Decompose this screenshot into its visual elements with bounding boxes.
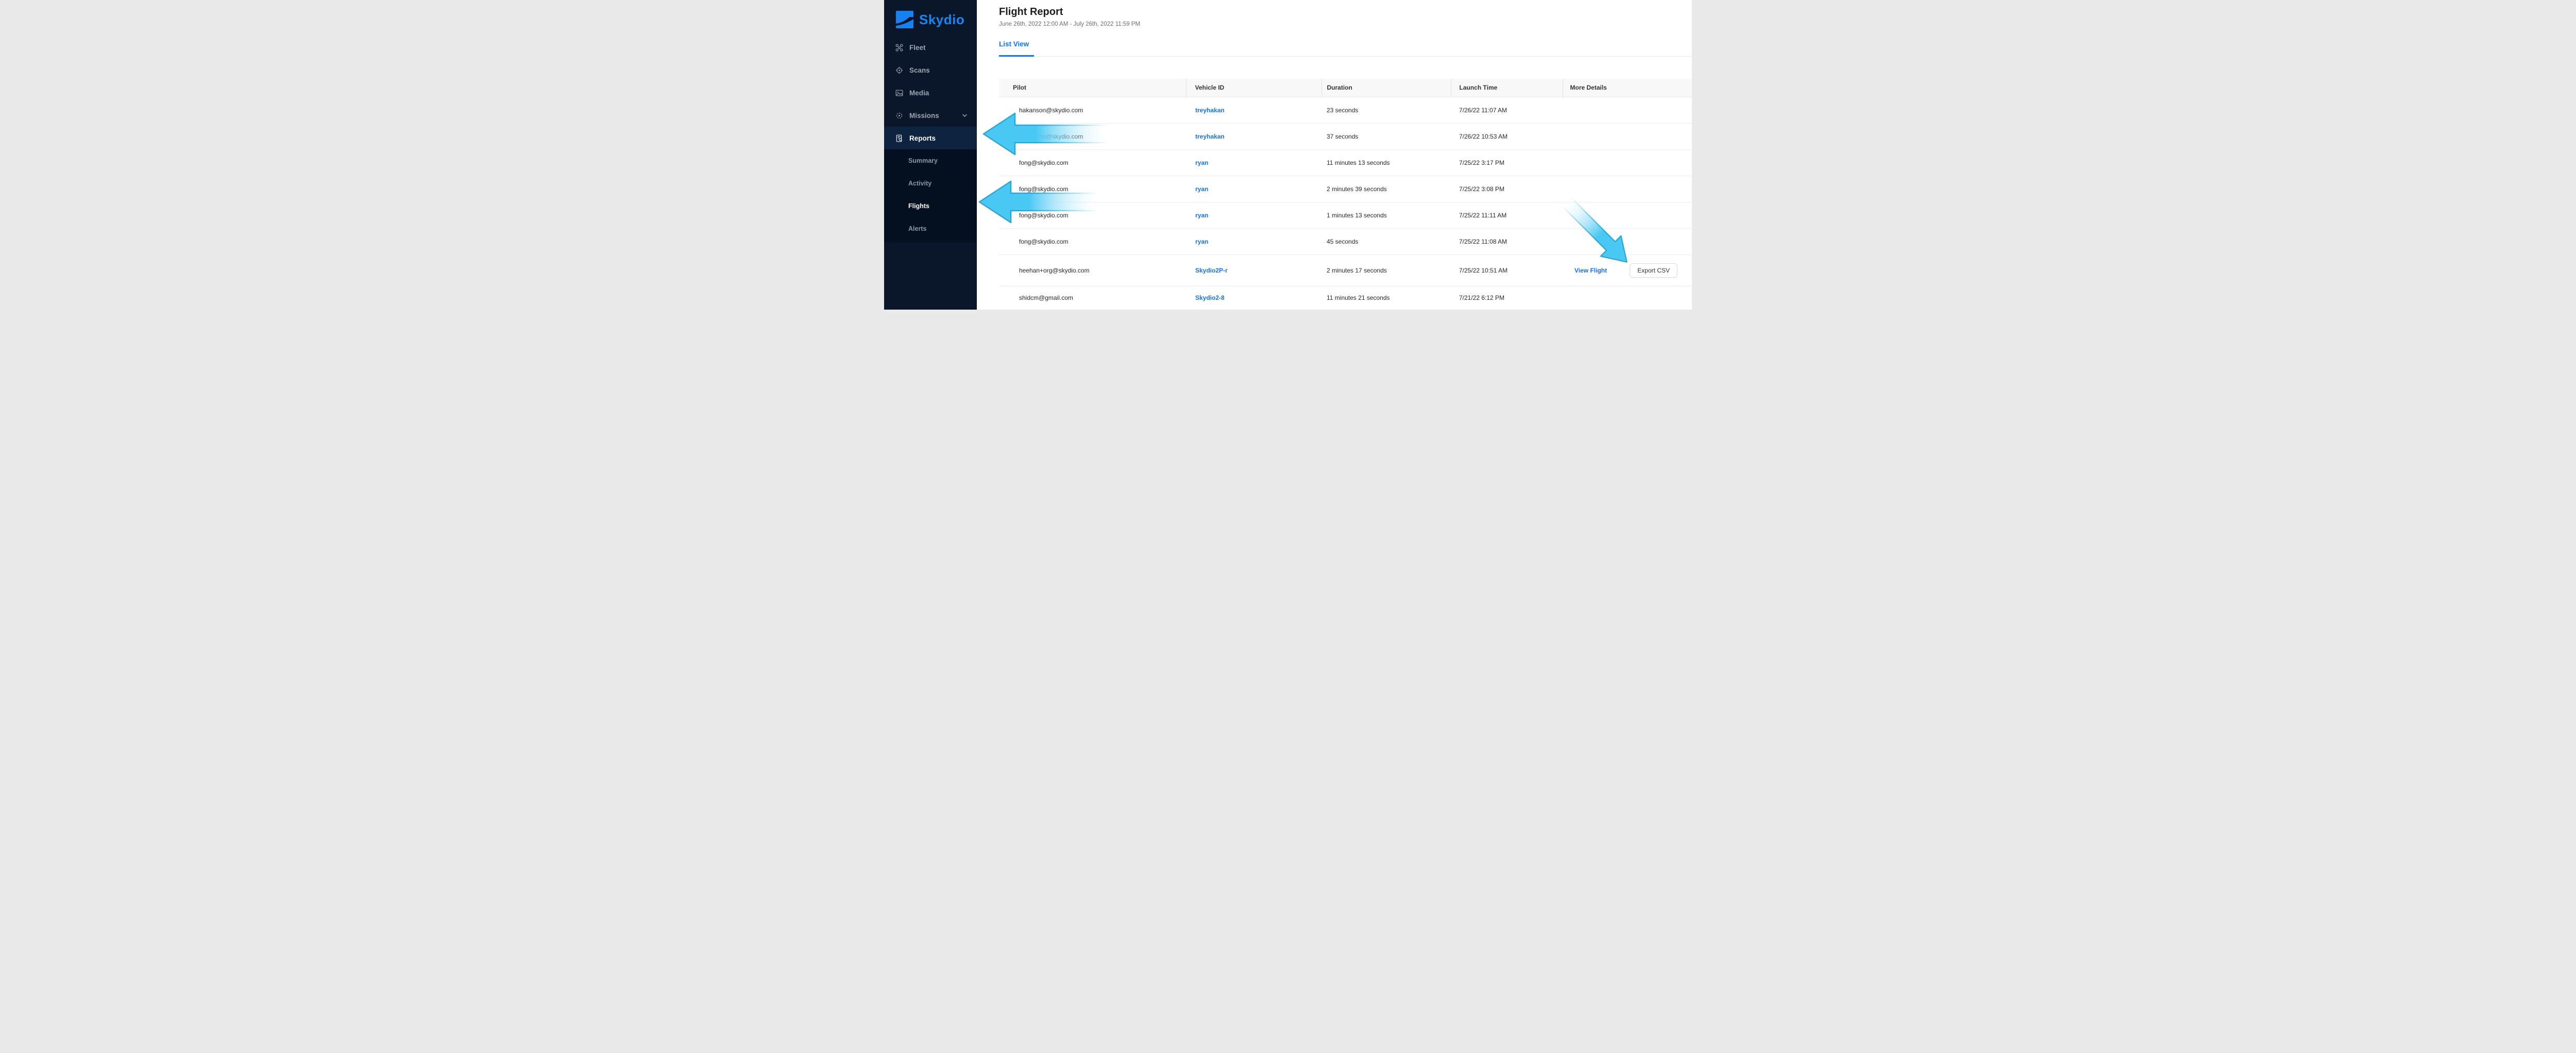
sidebar: Skydio Fleet Scans Media Missions Report… [884, 0, 977, 310]
skydio-logo-text: Skydio [919, 11, 965, 27]
duration-cell: 2 minutes 39 seconds [1321, 176, 1451, 202]
active-tab-underline [999, 55, 1034, 57]
skydio-cloud-app: Skydio Fleet Scans Media Missions Report… [884, 0, 1692, 310]
table-row: fong@skydio.com ryan 1 minutes 13 second… [999, 202, 1692, 229]
reports-icon [895, 134, 903, 142]
launch-time-cell: 7/25/22 3:08 PM [1451, 176, 1563, 202]
table-row: fong@skydio.com ryan 45 seconds 7/25/22 … [999, 228, 1692, 255]
more-details-cell [1563, 228, 1692, 255]
sidebar-item-label: Media [909, 89, 929, 97]
sidebar-item-activity[interactable]: Activity [884, 172, 977, 195]
sidebar-nav: Fleet Scans Media Missions Reports Summa… [884, 36, 977, 242]
sidebar-item-label: Missions [909, 111, 939, 120]
vehicle-id-link[interactable]: Skydio2-8 [1195, 294, 1225, 301]
duration-cell: 2 minutes 17 seconds [1321, 254, 1451, 286]
launch-time-cell: 7/21/22 6:12 PM [1451, 286, 1563, 310]
table-row: hakanson@skydio.com treyhakan 37 seconds… [999, 123, 1692, 150]
pilot-cell: hakanson@skydio.com [999, 97, 1186, 124]
sidebar-item-summary[interactable]: Summary [884, 149, 977, 172]
view-flight-link[interactable]: View Flight [1570, 267, 1607, 274]
skydio-logo-icon [895, 10, 914, 29]
table-row: hakanson@skydio.com treyhakan 23 seconds… [999, 97, 1692, 124]
column-header-more-details: More Details [1562, 79, 1692, 97]
column-header-launch-time: Launch Time [1450, 79, 1563, 97]
sidebar-item-reports[interactable]: Reports [884, 127, 977, 149]
vehicle-id-link[interactable]: ryan [1195, 238, 1208, 245]
table-row: fong@skydio.com ryan 11 minutes 13 secon… [999, 149, 1692, 176]
column-header-duration: Duration [1321, 79, 1451, 97]
duration-cell: 11 minutes 21 seconds [1321, 286, 1451, 310]
sidebar-item-scans[interactable]: Scans [884, 59, 977, 81]
launch-time-cell: 7/25/22 11:08 AM [1451, 228, 1563, 255]
chevron-down-icon[interactable] [962, 113, 968, 118]
table-row: fong@skydio.com ryan 2 minutes 39 second… [999, 176, 1692, 202]
more-details-cell [1563, 286, 1692, 310]
table-row: heehan+org@skydio.com Skydio2P-r 2 minut… [999, 254, 1692, 286]
sidebar-item-label: Summary [908, 157, 938, 164]
table-row: shidcm@gmail.com Skydio2-8 11 minutes 21… [999, 286, 1692, 310]
column-header-pilot: Pilot [999, 79, 1186, 97]
duration-cell: 11 minutes 13 seconds [1321, 149, 1451, 176]
vehicle-id-link[interactable]: treyhakan [1195, 133, 1225, 140]
vehicle-id-link[interactable]: ryan [1195, 159, 1208, 166]
more-details-cell [1563, 176, 1692, 202]
duration-cell: 45 seconds [1321, 228, 1451, 255]
pilot-cell: heehan+org@skydio.com [999, 254, 1186, 286]
pilot-cell: fong@skydio.com [999, 228, 1186, 255]
duration-cell: 37 seconds [1321, 123, 1451, 150]
launch-time-cell: 7/25/22 10:51 AM [1451, 254, 1563, 286]
table-header-row: Pilot Vehicle ID Duration Launch Time Mo… [999, 79, 1692, 97]
pilot-cell: shidcm@gmail.com [999, 286, 1186, 310]
launch-time-cell: 7/26/22 10:53 AM [1451, 123, 1563, 150]
sidebar-item-alerts[interactable]: Alerts [884, 217, 977, 240]
more-details-cell: View Flight Export CSV [1563, 254, 1692, 286]
pilot-cell: fong@skydio.com [999, 149, 1186, 176]
media-icon [895, 89, 903, 97]
more-details-cell [1563, 149, 1692, 176]
sidebar-item-label: Activity [908, 180, 932, 187]
vehicle-id-link[interactable]: ryan [1195, 212, 1208, 219]
more-details-cell [1563, 202, 1692, 229]
duration-cell: 1 minutes 13 seconds [1321, 202, 1451, 229]
main-content: Flight Report June 26th, 2022 12:00 AM -… [977, 0, 1692, 310]
vehicle-id-link[interactable]: treyhakan [1195, 107, 1225, 114]
duration-cell: 23 seconds [1321, 97, 1451, 124]
sidebar-item-missions[interactable]: Missions [884, 104, 977, 127]
pilot-cell: fong@skydio.com [999, 176, 1186, 202]
tab-list-view[interactable]: List View [999, 40, 1029, 48]
export-csv-button[interactable]: Export CSV [1630, 263, 1677, 278]
sidebar-item-label: Fleet [909, 43, 926, 52]
reports-submenu: Summary Activity Flights Alerts [884, 149, 977, 242]
tab-bar-divider [999, 56, 1692, 57]
column-header-vehicle-id: Vehicle ID [1185, 79, 1321, 97]
more-details-cell [1563, 123, 1692, 150]
more-details-cell [1563, 97, 1692, 124]
report-date-range: June 26th, 2022 12:00 AM - July 26th, 20… [999, 21, 1141, 27]
skydio-logo[interactable]: Skydio [884, 0, 977, 36]
sidebar-item-label: Alerts [908, 225, 927, 232]
pilot-cell: hakanson@skydio.com [999, 123, 1186, 150]
sidebar-item-fleet[interactable]: Fleet [884, 36, 977, 59]
vehicle-id-link[interactable]: ryan [1195, 185, 1208, 193]
missions-icon [895, 112, 903, 120]
flights-table: Pilot Vehicle ID Duration Launch Time Mo… [999, 79, 1692, 310]
launch-time-cell: 7/25/22 11:11 AM [1451, 202, 1563, 229]
sidebar-item-flights[interactable]: Flights [884, 195, 977, 217]
sidebar-item-label: Flights [908, 202, 929, 210]
sidebar-item-media[interactable]: Media [884, 81, 977, 104]
launch-time-cell: 7/25/22 3:17 PM [1451, 149, 1563, 176]
sidebar-item-label: Reports [909, 134, 936, 142]
launch-time-cell: 7/26/22 11:07 AM [1451, 97, 1563, 124]
scan-icon [895, 66, 903, 74]
vehicle-id-link[interactable]: Skydio2P-r [1195, 267, 1228, 274]
drone-icon [895, 44, 903, 52]
sidebar-item-label: Scans [909, 66, 930, 74]
pilot-cell: fong@skydio.com [999, 202, 1186, 229]
page-title: Flight Report [999, 6, 1063, 18]
